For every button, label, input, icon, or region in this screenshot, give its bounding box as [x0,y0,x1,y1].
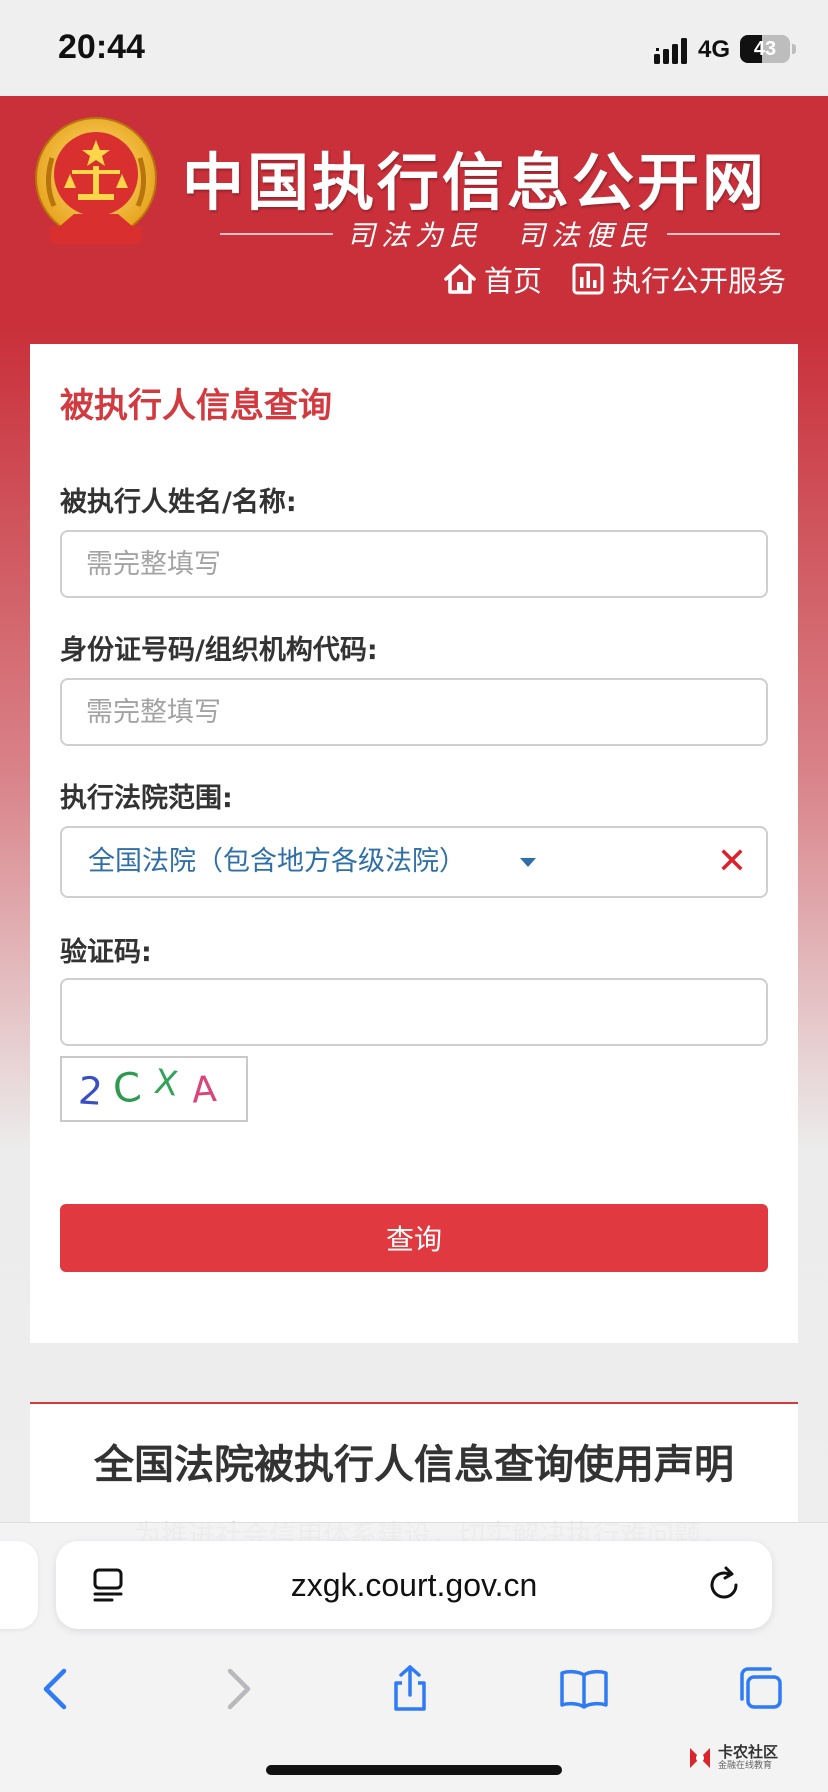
id-field-label: 身份证号码/组织机构代码: [60,635,378,666]
page: 20:44 4G 43 中国执行信息公开网 司法为民 司法便民 首页 执行公开服… [0,0,828,1792]
battery-cap [792,44,796,54]
bookmarks-button[interactable] [548,1653,620,1725]
watermark-text: 卡农社区 金融在线教育 [718,1745,778,1771]
national-emblem-icon [35,117,157,244]
caret-down-icon[interactable] [520,858,536,867]
watermark-logo-icon [690,1748,710,1768]
back-button[interactable] [22,1653,94,1725]
chart-icon [572,263,604,295]
form-title: 被执行人信息查询 [60,386,332,426]
nav-execution-service-label: 执行公开服务 [611,264,786,298]
header-nav: 首页 执行公开服务 [442,258,786,300]
watermark: 卡农社区 金融在线教育 [686,1741,796,1775]
reload-icon[interactable] [704,1565,744,1605]
slogan-divider-right [667,233,781,235]
url-text[interactable]: zxgk.court.gov.cn [56,1541,772,1629]
status-time: 20:44 [58,28,145,66]
network-type-label: 4G [698,36,731,63]
court-scope-select[interactable]: 全国法院（包含地方各级法院） ✕ [60,826,768,898]
captcha-char-4: A [190,1069,218,1112]
captcha-char-2: C [111,1064,144,1113]
site-title: 中国执行信息公开网 [182,146,768,219]
forward-icon [227,1668,251,1710]
captcha-char-3: X [152,1062,181,1105]
watermark-main: 卡农社区 [718,1743,779,1761]
nav-execution-service-link[interactable]: 执行公开服务 [570,258,786,300]
captcha-label: 验证码: [60,937,152,968]
battery-level-text: 43 [753,38,777,60]
forward-button[interactable] [200,1653,272,1725]
query-form-card: 被执行人信息查询 被执行人姓名/名称: 身份证号码/组织机构代码: 执行法院范围… [30,344,798,1343]
bookmarks-icon [560,1669,608,1709]
name-field-label: 被执行人姓名/名称: [60,487,297,518]
nav-home-label: 首页 [483,264,542,298]
site-header: 中国执行信息公开网 司法为民 司法便民 首页 执行公开服务 [0,96,828,344]
name-input[interactable] [60,530,768,598]
back-icon [43,1668,67,1710]
browser-toolbar-area: zxgk.court.gov.cn 卡农社区 金融在线教育 [0,1522,828,1792]
query-button[interactable]: 查询 [60,1204,768,1272]
home-icon [444,264,476,294]
tabs-button[interactable] [724,1653,796,1725]
battery-icon: 43 [740,35,790,63]
tabs-icon [740,1667,782,1709]
previous-tab-preview[interactable] [0,1541,38,1629]
court-scope-value: 全国法院（包含地方各级法院） [88,846,466,877]
court-scope-label: 执行法院范围: [60,783,233,814]
slogan-divider-left [220,233,333,235]
share-button[interactable] [374,1653,446,1725]
clear-selection-icon[interactable]: ✕ [712,842,752,882]
slogan-text: 司法为民 司法便民 [347,219,654,252]
home-indicator[interactable] [266,1765,562,1775]
nav-home-link[interactable]: 首页 [442,258,542,300]
id-number-input[interactable] [60,678,768,746]
declaration-title: 全国法院被执行人信息查询使用声明 [94,1442,734,1488]
captcha-char-1: 2 [77,1068,104,1114]
captcha-image[interactable]: 2 C X A [60,1056,248,1122]
share-icon [394,1665,426,1711]
captcha-picture: 2 C X A [77,1062,218,1114]
status-bar: 20:44 4G 43 [0,0,828,96]
watermark-sub: 金融在线教育 [718,1761,773,1771]
browser-nav-toolbar [0,1653,828,1733]
address-bar[interactable]: zxgk.court.gov.cn [56,1541,772,1629]
slogan: 司法为民 司法便民 [220,214,781,254]
cellular-signal-icon [654,38,687,64]
captcha-input[interactable] [60,978,768,1046]
